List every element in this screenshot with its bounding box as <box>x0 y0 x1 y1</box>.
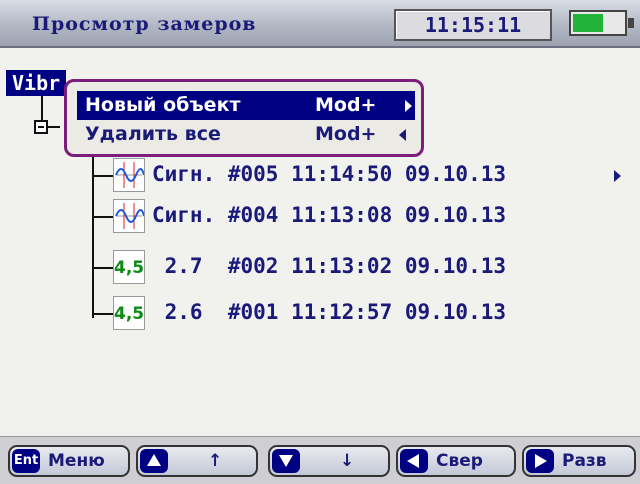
collapse-button-label: Свер <box>436 451 483 471</box>
menu-item-label: Новый объект <box>85 94 241 116</box>
arrow-left-icon <box>399 129 406 141</box>
signal-icon <box>113 199 145 233</box>
expand-button[interactable]: Разв <box>522 445 636 477</box>
value-icon: 4,5 <box>113 250 145 284</box>
tree-row[interactable]: 4,5 2.7 #002 11:13:02 09.10.13 <box>0 250 640 286</box>
value-icon: 4,5 <box>113 296 145 330</box>
tree-row-text: 2.6 #001 11:12:57 09.10.13 <box>152 300 507 324</box>
battery-tip <box>628 18 634 28</box>
tree-connector <box>92 267 113 269</box>
triangle-down-icon <box>279 455 293 467</box>
page-title: Просмотр замеров <box>32 13 257 35</box>
triangle-right-icon <box>535 454 547 468</box>
expand-arrow-icon <box>614 170 621 182</box>
signal-icon <box>113 158 145 192</box>
battery-level <box>573 14 603 32</box>
collapse-box-icon[interactable] <box>34 120 48 134</box>
down-button[interactable]: ↓ <box>268 445 390 477</box>
softkey-bar: Ent Меню ↑ ↓ Свер Разв <box>0 436 640 484</box>
clock-display: 11:15:11 <box>394 9 552 41</box>
tree-connector <box>92 216 113 218</box>
expand-button-label: Разв <box>562 451 607 471</box>
tree-row-text: Сигн. #004 11:13:08 09.10.13 <box>152 203 507 227</box>
menu-button-label: Меню <box>48 451 105 471</box>
menu-item-shortcut: Mod+ <box>315 123 377 145</box>
menu-item-new-object[interactable]: Новый объект Mod+ <box>77 91 415 120</box>
tree-connector <box>92 175 113 177</box>
triangle-left-icon <box>407 454 419 468</box>
triangle-up-icon <box>147 454 161 466</box>
header-bar: Просмотр замеров 11:15:11 <box>0 0 640 48</box>
tree-root-node[interactable]: Vibr <box>6 70 67 96</box>
up-arrow-icon: ↑ <box>208 451 223 471</box>
menu-button[interactable]: Ent Меню <box>8 445 130 477</box>
arrow-right-icon <box>405 100 412 112</box>
collapse-button[interactable]: Свер <box>396 445 516 477</box>
tree-connector <box>48 126 60 128</box>
context-menu: Новый объект Mod+ Удалить все Mod+ <box>64 79 424 157</box>
tree-connector <box>92 313 113 315</box>
down-key-chip <box>272 449 300 473</box>
ent-key-chip: Ent <box>12 449 40 473</box>
up-key-chip <box>140 449 168 473</box>
left-key-chip <box>400 449 428 473</box>
right-key-chip <box>526 449 554 473</box>
menu-item-delete-all[interactable]: Удалить все Mod+ <box>77 120 415 149</box>
tree-row[interactable]: 4,5 2.6 #001 11:12:57 09.10.13 <box>0 296 640 332</box>
down-arrow-icon: ↓ <box>340 451 355 471</box>
menu-item-label: Удалить все <box>85 123 221 145</box>
battery-icon <box>569 10 634 36</box>
tree-row[interactable]: Сигн. #004 11:13:08 09.10.13 <box>0 199 640 235</box>
up-button[interactable]: ↑ <box>136 445 258 477</box>
tree-row[interactable]: Сигн. #005 11:14:50 09.10.13 <box>0 158 640 194</box>
menu-item-shortcut: Mod+ <box>315 94 377 116</box>
tree-row-text: 2.7 #002 11:13:02 09.10.13 <box>152 254 507 278</box>
tree-row-text: Сигн. #005 11:14:50 09.10.13 <box>152 162 507 186</box>
